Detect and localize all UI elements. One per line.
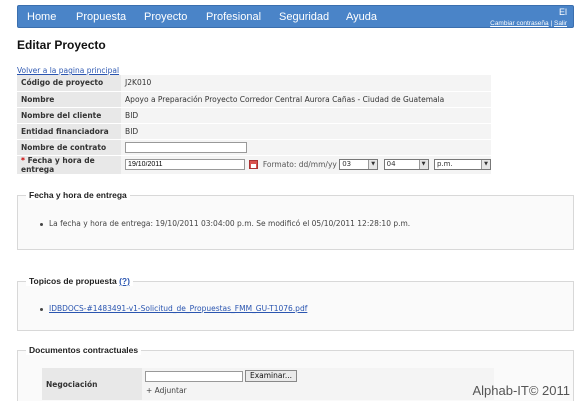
attach-link[interactable]: + Adjuntar — [146, 386, 187, 395]
project-code-label: Código de proyecto — [17, 75, 122, 92]
project-name-value: Apoyo a Preparación Proyecto Corredor Ce… — [121, 91, 491, 108]
minute-select[interactable]: 04 ▼ — [383, 159, 429, 170]
hour-value: 03 — [342, 160, 352, 168]
project-name-label: Nombre — [17, 91, 122, 108]
nav-home[interactable]: Home — [27, 11, 56, 23]
page-title: Editar Proyecto — [17, 38, 106, 52]
contract-name-label: Nombre de contrato — [17, 139, 122, 156]
contract-docs-legend: Documentos contractuales — [26, 345, 142, 355]
delivery-date-input[interactable] — [125, 159, 246, 170]
form-row: Código de proyecto J2K010 — [17, 75, 491, 92]
watermark: Alphab-IT© 2011 — [472, 383, 570, 398]
change-password-link[interactable]: Cambiar contraseña — [490, 20, 549, 27]
account-links: Cambiar contraseña | Salir — [490, 20, 567, 27]
nav-propuesta[interactable]: Propuesta — [76, 11, 126, 23]
client-name-value: BID — [121, 107, 491, 124]
contract-name-input[interactable] — [125, 141, 248, 153]
hour-select[interactable]: 03 ▼ — [339, 159, 379, 170]
client-name-label: Nombre del cliente — [17, 107, 122, 124]
topics-fieldset: Topicos de propuesta (?) IDBDOCS-#148349… — [17, 276, 574, 331]
list-item: La fecha y hora de entrega: 19/10/2011 0… — [40, 219, 410, 228]
topic-file-link[interactable]: IDBDOCS-#1483491-v1-Solicitud_de_Propues… — [49, 304, 307, 313]
negotiation-label: Negociación — [46, 380, 98, 389]
topics-legend: Topicos de propuesta (?) — [26, 276, 133, 286]
negotiation-row: Negociación Examinar... + Adjuntar — [42, 368, 494, 400]
form-row: Nombre de contrato — [17, 139, 491, 156]
chevron-down-icon: ▼ — [418, 160, 428, 169]
funding-entity-label: Entidad financiadora — [17, 123, 122, 140]
project-code-value: J2K010 — [121, 75, 491, 92]
topics-legend-text: Topicos de propuesta — [29, 276, 117, 286]
user-name: El — [558, 7, 567, 17]
project-form: Código de proyecto J2K010 Nombre Apoyo a… — [17, 75, 491, 175]
nav-ayuda[interactable]: Ayuda — [346, 11, 377, 23]
chevron-down-icon: ▼ — [368, 160, 378, 169]
logout-link[interactable]: Salir — [554, 20, 567, 27]
nav-seguridad[interactable]: Seguridad — [279, 11, 329, 23]
calendar-icon[interactable] — [249, 160, 259, 169]
nav-profesional[interactable]: Profesional — [206, 11, 261, 23]
minute-value: 04 — [386, 160, 396, 168]
ampm-select[interactable]: p.m. ▼ — [434, 159, 491, 170]
list-item: IDBDOCS-#1483491-v1-Solicitud_de_Propues… — [40, 304, 307, 313]
form-row: * Fecha y hora de entrega Formato: dd/mm… — [17, 155, 491, 175]
delivery-fieldset: Fecha y hora de entrega La fecha y hora … — [17, 190, 574, 250]
nav-proyecto[interactable]: Proyecto — [144, 11, 187, 23]
date-format-hint: Formato: dd/mm/yy — [262, 160, 337, 169]
delivery-date-label: Fecha y hora de entrega — [21, 155, 95, 174]
back-to-home-link[interactable]: Volver a la pagina principal — [17, 66, 119, 75]
link-separator: | — [550, 20, 553, 27]
browse-button[interactable]: Examinar... — [245, 370, 297, 382]
chevron-down-icon: ▼ — [481, 160, 490, 169]
ampm-value: p.m. — [437, 160, 453, 168]
file-path-input[interactable] — [145, 371, 243, 382]
delivery-legend: Fecha y hora de entrega — [26, 190, 130, 200]
bullet-icon — [40, 222, 43, 226]
bullet-icon — [40, 307, 43, 311]
form-row: Nombre Apoyo a Preparación Proyecto Corr… — [17, 91, 491, 108]
topics-help-link[interactable]: (?) — [119, 276, 130, 286]
funding-entity-value: BID — [121, 123, 491, 140]
required-mark: * — [21, 155, 25, 165]
delivery-info-text: La fecha y hora de entrega: 19/10/2011 0… — [49, 219, 411, 228]
form-row: Entidad financiadora BID — [17, 123, 491, 140]
top-navbar: Home Propuesta Proyecto Profesional Segu… — [17, 5, 574, 28]
form-row: Nombre del cliente BID — [17, 107, 491, 124]
